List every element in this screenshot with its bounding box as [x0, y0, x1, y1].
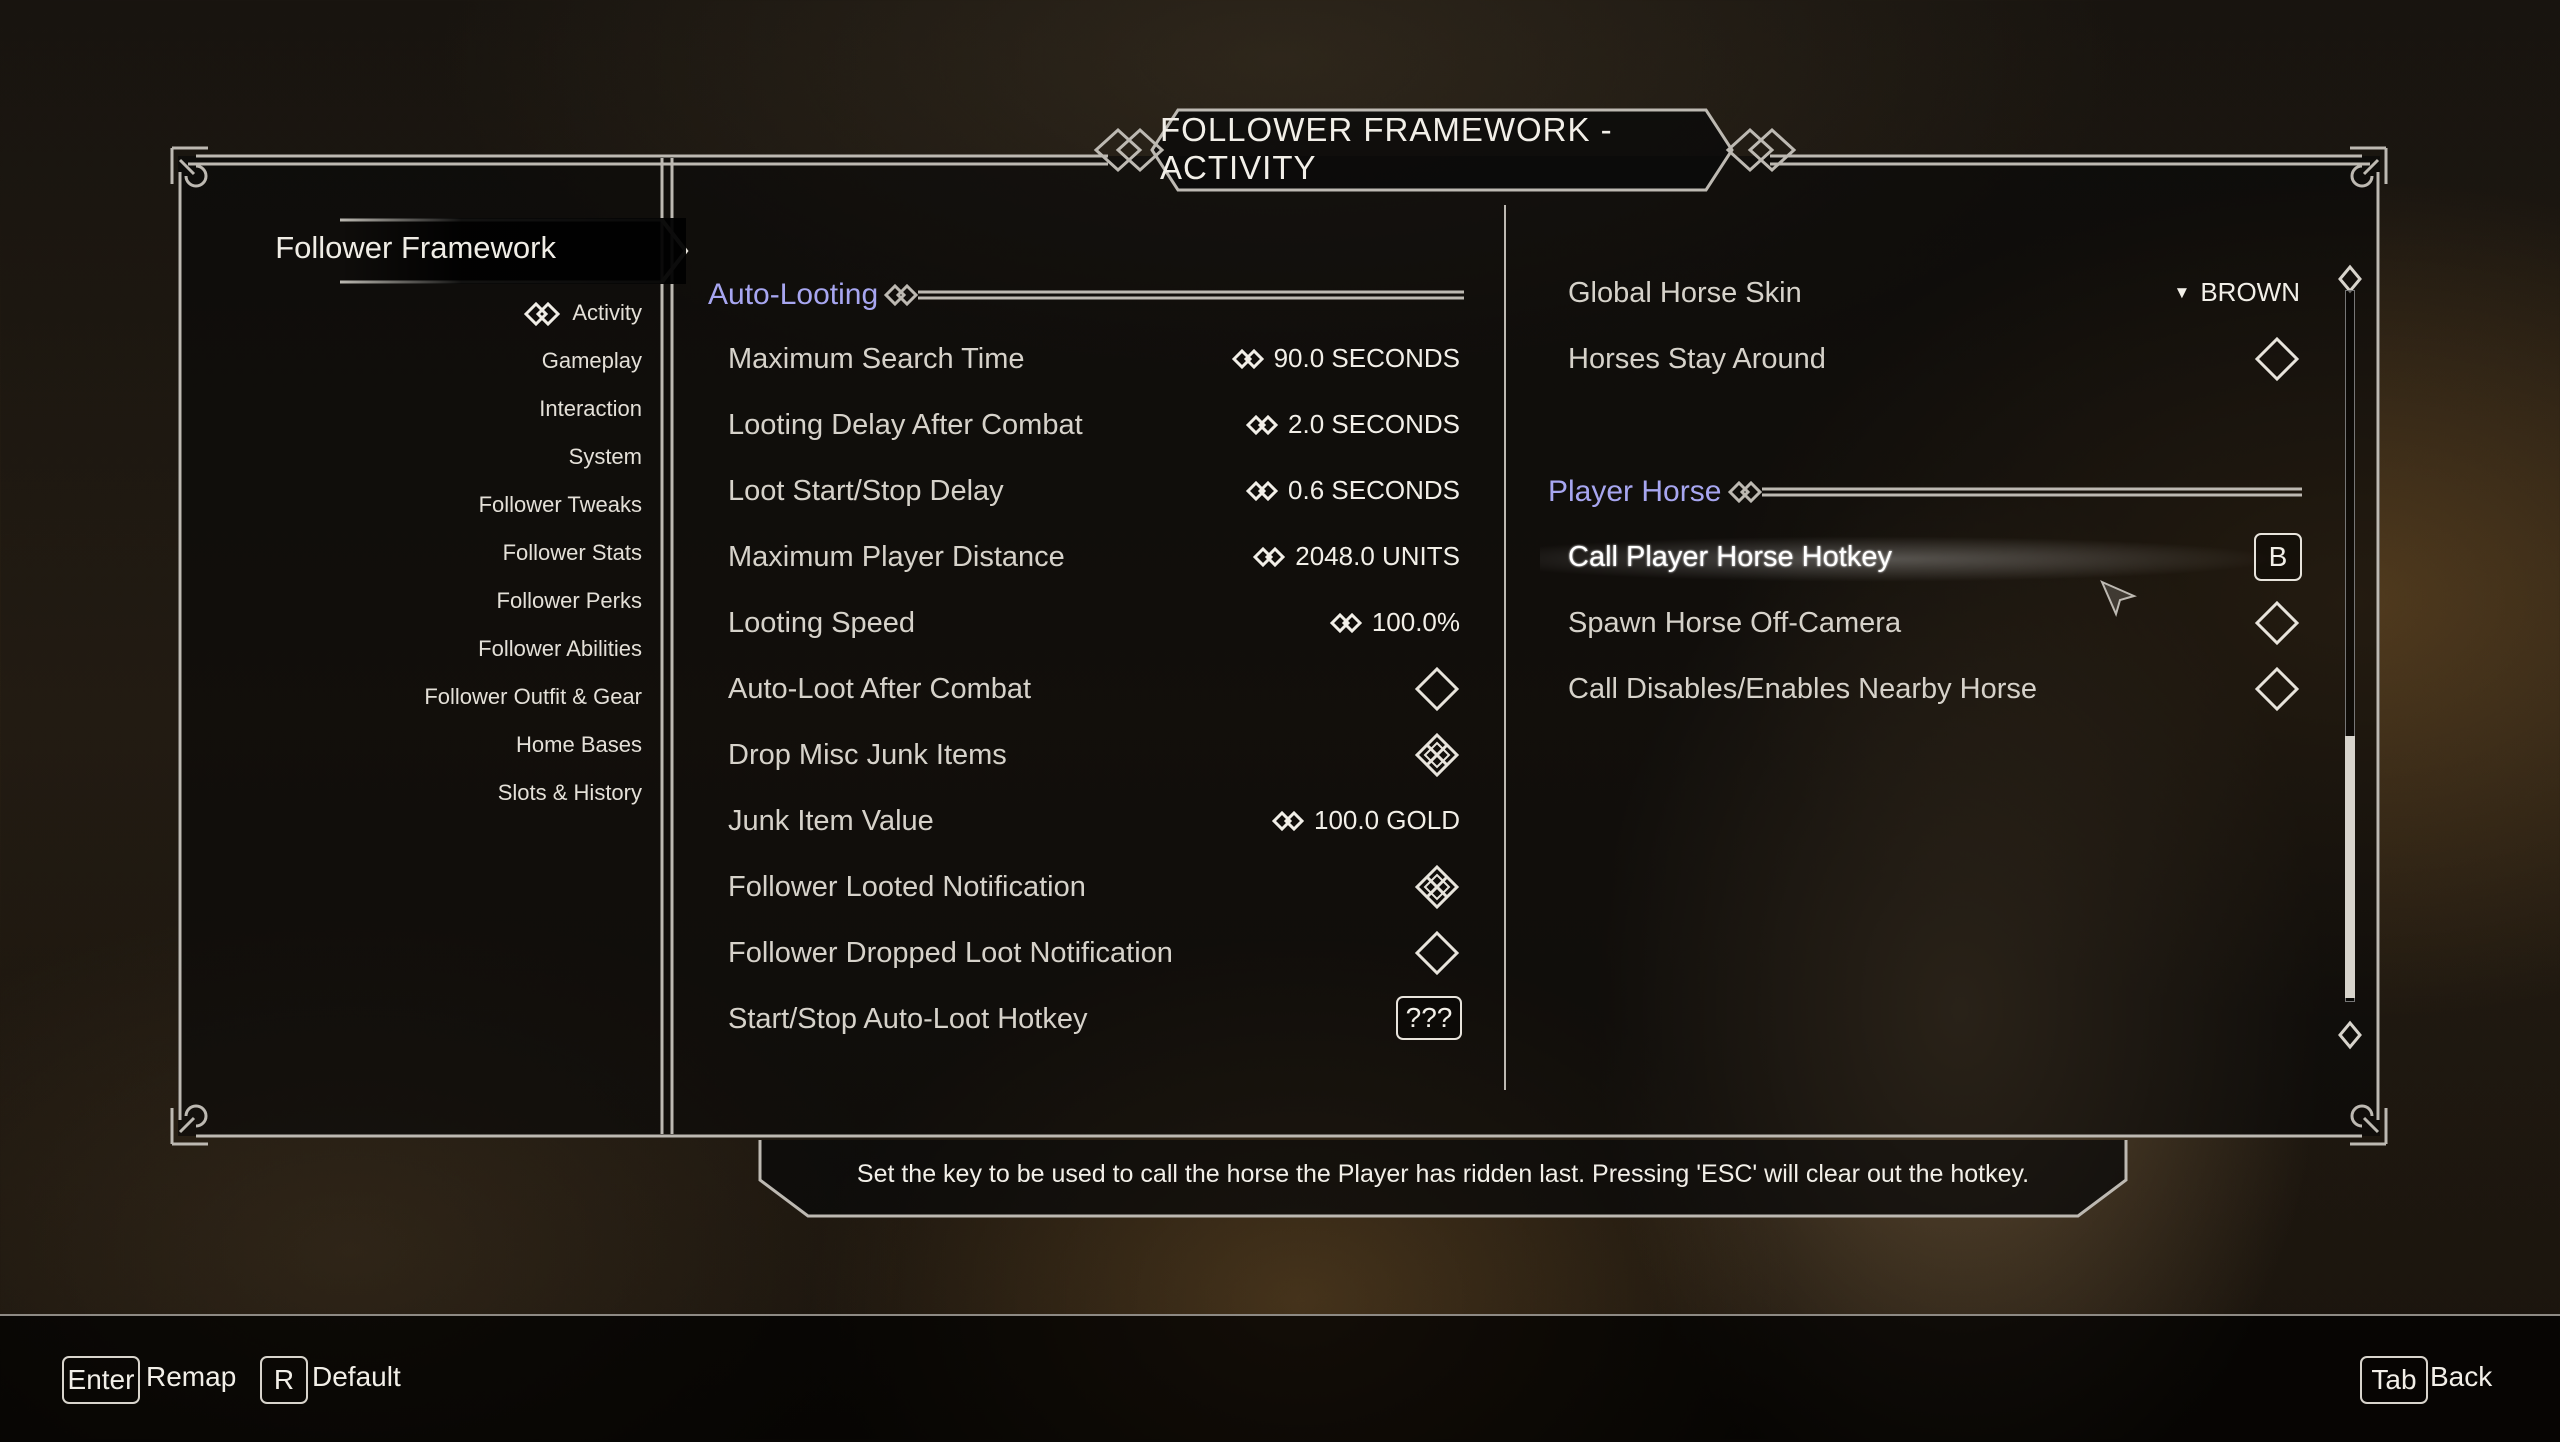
sidebar-item-activity[interactable]: Activity [572, 300, 642, 326]
sidebar-item-home-bases[interactable]: Home Bases [516, 732, 642, 758]
sidebar-item-gameplay[interactable]: Gameplay [542, 348, 642, 374]
section-header-player-horse: Player Horse [1548, 475, 1722, 508]
option-label-spawn-horse-off-camera[interactable]: Spawn Horse Off-Camera [1568, 607, 1901, 640]
slider-value: 2048.0 UNITS [1295, 541, 1460, 571]
remap-label[interactable]: Remap [146, 1361, 236, 1393]
double-diamond-icon [1246, 480, 1279, 502]
section-header-auto-looting: Auto-Looting [708, 278, 879, 311]
option-label-horses-stay-around[interactable]: Horses Stay Around [1568, 343, 1826, 376]
option-label-maximum-player-distance[interactable]: Maximum Player Distance [728, 541, 1065, 574]
option-label-loot-start-stop-delay[interactable]: Loot Start/Stop Delay [728, 475, 1004, 508]
scroll-down-arrow-icon[interactable] [2336, 1020, 2364, 1050]
scrollbar-thumb[interactable] [2345, 736, 2355, 998]
slider-maximum-player-distance[interactable]: 2048.0 UNITS [1253, 541, 1460, 572]
menu-frame [170, 108, 2388, 1218]
double-diamond-icon [1329, 612, 1362, 634]
slider-value: 100.0% [1371, 607, 1460, 637]
double-diamond-icon [1272, 810, 1305, 832]
keymap-start-stop-auto-loot-hotkey[interactable]: ??? [1396, 996, 1462, 1040]
sidebar-item-follower-abilities[interactable]: Follower Abilities [478, 636, 642, 662]
default-key-badge[interactable]: R [260, 1356, 308, 1404]
slider-junk-item-value[interactable]: 100.0 GOLD [1272, 805, 1460, 836]
back-label[interactable]: Back [2430, 1361, 2492, 1393]
option-label-looting-speed[interactable]: Looting Speed [728, 607, 915, 640]
option-label-drop-misc-junk-items[interactable]: Drop Misc Junk Items [728, 739, 1007, 772]
remap-key-badge[interactable]: Enter [62, 1356, 140, 1404]
option-label-start-stop-auto-loot-hotkey[interactable]: Start/Stop Auto-Loot Hotkey [728, 1003, 1087, 1036]
sidebar-mod-name[interactable]: Follower Framework [275, 230, 556, 266]
option-label-follower-looted-notification[interactable]: Follower Looted Notification [728, 871, 1086, 904]
slider-looting-delay-after-combat[interactable]: 2.0 SECONDS [1246, 409, 1460, 440]
option-label-auto-loot-after-combat[interactable]: Auto-Loot After Combat [728, 673, 1031, 706]
default-label[interactable]: Default [312, 1361, 401, 1393]
knot-active-icon [523, 301, 561, 327]
slider-loot-start-stop-delay[interactable]: 0.6 SECONDS [1246, 475, 1460, 506]
dropdown-global-horse-skin[interactable]: ▼ BROWN [2174, 277, 2301, 308]
diamond-checked-icon[interactable] [1414, 732, 1460, 778]
diamond-outline-icon[interactable] [1414, 930, 1460, 976]
sidebar-item-slots-history[interactable]: Slots & History [498, 780, 642, 806]
sidebar-item-system[interactable]: System [569, 444, 642, 470]
slider-maximum-search-time[interactable]: 90.0 SECONDS [1231, 343, 1460, 374]
sidebar-item-follower-outfit-gear[interactable]: Follower Outfit & Gear [424, 684, 642, 710]
knot-ornament-icon [883, 283, 1464, 307]
option-label-follower-dropped-loot-notification[interactable]: Follower Dropped Loot Notification [728, 937, 1173, 970]
double-diamond-icon [1246, 414, 1279, 436]
option-label-global-horse-skin[interactable]: Global Horse Skin [1568, 277, 1802, 310]
diamond-checked-icon[interactable] [1414, 864, 1460, 910]
option-description: Set the key to be used to call the horse… [856, 1159, 2030, 1188]
triangle-down-icon: ▼ [2173, 283, 2191, 302]
back-key-badge[interactable]: Tab [2360, 1356, 2428, 1404]
sidebar-item-follower-stats[interactable]: Follower Stats [503, 540, 642, 566]
diamond-outline-icon[interactable] [2254, 600, 2300, 646]
keymap-call-player-horse-hotkey[interactable]: B [2254, 533, 2302, 581]
option-label-call-disables-enables-nearby-horse[interactable]: Call Disables/Enables Nearby Horse [1568, 673, 2037, 706]
mouse-cursor-icon [2100, 580, 2137, 617]
diamond-outline-icon[interactable] [2254, 336, 2300, 382]
double-diamond-icon [1253, 546, 1286, 568]
slider-value: 0.6 SECONDS [1288, 475, 1460, 505]
diamond-outline-icon[interactable] [2254, 666, 2300, 712]
sidebar-item-follower-perks[interactable]: Follower Perks [497, 588, 642, 614]
option-label-looting-delay-after-combat[interactable]: Looting Delay After Combat [728, 409, 1083, 442]
option-label-junk-item-value[interactable]: Junk Item Value [728, 805, 934, 838]
slider-value: 2.0 SECONDS [1288, 409, 1460, 439]
knot-ornament-icon [1727, 480, 2302, 504]
sidebar-item-follower-tweaks[interactable]: Follower Tweaks [479, 492, 642, 518]
double-diamond-icon [1231, 348, 1264, 370]
diamond-outline-icon[interactable] [1414, 666, 1460, 712]
slider-value: 100.0 GOLD [1314, 805, 1460, 835]
slider-value: 90.0 SECONDS [1273, 343, 1460, 373]
option-label-maximum-search-time[interactable]: Maximum Search Time [728, 343, 1025, 376]
slider-looting-speed[interactable]: 100.0% [1329, 607, 1460, 638]
page-title: FOLLOWER FRAMEWORK - ACTIVITY [1160, 111, 1613, 186]
sidebar-item-interaction[interactable]: Interaction [539, 396, 642, 422]
dropdown-value: BROWN [2200, 277, 2300, 307]
option-label-call-player-horse-hotkey[interactable]: Call Player Horse Hotkey [1568, 541, 1892, 574]
